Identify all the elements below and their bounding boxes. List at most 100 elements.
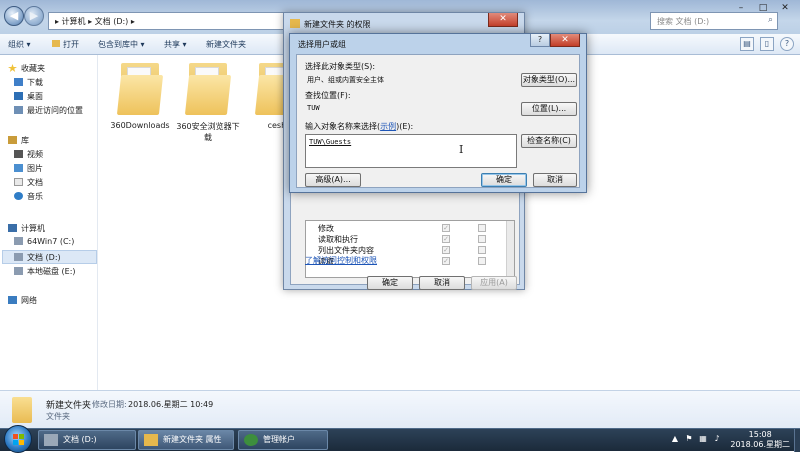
- deny-checkbox[interactable]: [478, 224, 486, 232]
- sidebar-label: 音乐: [27, 192, 43, 201]
- sidebar-item-downloads[interactable]: 下载: [14, 77, 43, 88]
- allow-checkbox[interactable]: ✓: [442, 257, 450, 265]
- permission-list-scrollbar[interactable]: [506, 221, 514, 277]
- volume-icon[interactable]: ♪: [712, 434, 722, 444]
- folder-icon: [290, 19, 300, 28]
- open-label: 打开: [63, 40, 79, 49]
- details-modified-value: 2018.06.星期二 10:49: [128, 400, 214, 409]
- examples-link[interactable]: 示例: [380, 122, 396, 131]
- names-label-text: 输入对象名称来选择(: [305, 122, 381, 131]
- sidebar-item-desktop[interactable]: 桌面: [14, 91, 43, 102]
- sidebar-label: 库: [21, 136, 29, 145]
- permissions-close-button[interactable]: ✕: [488, 13, 518, 27]
- user-accounts-icon: [244, 434, 258, 446]
- sidebar-item-drive-e[interactable]: 本地磁盘 (E:): [14, 266, 76, 277]
- drive-icon: [14, 253, 23, 261]
- permissions-ok-button[interactable]: 确定: [367, 276, 413, 290]
- downloads-icon: [14, 78, 23, 86]
- sidebar-label: 收藏夹: [21, 64, 45, 73]
- select-users-ok-button[interactable]: 确定: [481, 173, 527, 187]
- folder-item[interactable]: 360安全浏览器下载: [173, 61, 243, 143]
- organize-button[interactable]: 组织 ▾: [8, 39, 31, 50]
- documents-icon: [14, 178, 23, 186]
- access-control-link[interactable]: 了解访问控制和权限: [305, 255, 377, 266]
- back-button[interactable]: ◀: [4, 6, 24, 26]
- show-desktop-button[interactable]: [794, 429, 800, 452]
- taskbar-item-manage-accounts[interactable]: 管理帐户: [238, 430, 328, 450]
- sidebar-item-libraries[interactable]: 库: [8, 135, 29, 146]
- search-icon: ⌕: [767, 15, 773, 25]
- forward-button[interactable]: ▶: [24, 6, 44, 26]
- select-users-cancel-button[interactable]: 取消: [533, 173, 577, 187]
- sidebar-label: 计算机: [21, 224, 45, 233]
- sidebar-item-network[interactable]: 网络: [8, 295, 37, 306]
- object-names-value: TUW\Guests: [309, 138, 352, 146]
- sidebar-item-documents[interactable]: 文档: [14, 177, 43, 188]
- help-button[interactable]: ?: [530, 34, 550, 47]
- select-users-dialog-title: 选择用户或组: [298, 40, 346, 49]
- deny-checkbox[interactable]: [478, 235, 486, 243]
- clock[interactable]: 15:08 2018.06.星期二: [730, 430, 790, 450]
- locations-button[interactable]: 位置(L)...: [521, 102, 577, 116]
- deny-checkbox[interactable]: [478, 257, 486, 265]
- allow-checkbox[interactable]: ✓: [442, 235, 450, 243]
- check-names-button[interactable]: 检查名称(C): [521, 134, 577, 148]
- address-bar[interactable]: ▸ 计算机 ▸ 文档 (D:) ▸: [48, 12, 284, 30]
- sidebar-item-drive-c[interactable]: 64Win7 (C:): [14, 237, 74, 246]
- permission-row: 修改: [318, 224, 334, 233]
- object-names-input[interactable]: TUW\Guests: [305, 134, 517, 168]
- drive-icon: [14, 267, 23, 275]
- network-icon: [8, 296, 17, 304]
- taskbar-item-explorer[interactable]: 文档 (D:): [38, 430, 136, 450]
- taskbar-item-properties[interactable]: 新建文件夹 属性: [138, 430, 234, 450]
- include-library-button[interactable]: 包含到库中 ▾: [98, 39, 145, 50]
- folder-name: 360Downloads: [110, 121, 170, 130]
- details-modified-label: 修改日期:: [92, 400, 127, 409]
- details-type: 文件夹: [46, 412, 70, 421]
- location-label: 查找位置(F):: [305, 91, 351, 100]
- open-button[interactable]: 打开: [52, 39, 79, 50]
- sidebar-item-computer[interactable]: 计算机: [8, 223, 45, 234]
- share-button[interactable]: 共享 ▾: [164, 39, 187, 50]
- advanced-button[interactable]: 高级(A)...: [305, 173, 361, 187]
- help-icon[interactable]: ?: [780, 37, 794, 51]
- sidebar-item-pictures[interactable]: 图片: [14, 163, 43, 174]
- show-hidden-icons-icon[interactable]: ▲: [670, 434, 680, 444]
- sidebar-item-favorites[interactable]: 收藏夹: [8, 63, 45, 74]
- sidebar-item-music[interactable]: 音乐: [14, 191, 43, 202]
- sidebar-item-videos[interactable]: 视频: [14, 149, 43, 160]
- folder-name: 360安全浏览器下载: [176, 122, 240, 142]
- new-folder-button[interactable]: 新建文件夹: [206, 39, 246, 50]
- permissions-dialog-title: 新建文件夹 的权限: [304, 20, 371, 29]
- close-button[interactable]: ✕: [774, 0, 796, 16]
- permissions-apply-button[interactable]: 应用(A): [471, 276, 517, 290]
- minimize-button[interactable]: –: [730, 0, 752, 16]
- sidebar-label: 64Win7 (C:): [27, 237, 75, 246]
- sidebar-label: 桌面: [27, 92, 43, 101]
- sidebar-label: 文档: [27, 178, 43, 187]
- sidebar-item-drive-d[interactable]: 文档 (D:): [14, 252, 61, 263]
- explorer-window-controls: – □ ✕: [730, 0, 796, 16]
- allow-checkbox[interactable]: ✓: [442, 246, 450, 254]
- maximize-button[interactable]: □: [752, 0, 774, 16]
- video-icon: [14, 150, 23, 158]
- folder-icon: [116, 61, 164, 115]
- object-types-button[interactable]: 对象类型(O)...: [521, 73, 577, 87]
- pictures-icon: [14, 164, 23, 172]
- sidebar-label: 网络: [21, 296, 37, 305]
- allow-checkbox[interactable]: ✓: [442, 224, 450, 232]
- deny-checkbox[interactable]: [478, 246, 486, 254]
- network-icon[interactable]: ▦: [698, 434, 708, 444]
- select-users-close-button[interactable]: ✕: [550, 34, 580, 47]
- permission-row: 读取和执行: [318, 235, 358, 244]
- folder-item[interactable]: 360Downloads: [105, 61, 175, 130]
- start-button[interactable]: [4, 425, 32, 453]
- permissions-cancel-button[interactable]: 取消: [419, 276, 465, 290]
- open-icon: [52, 40, 60, 47]
- folder-icon: [184, 61, 232, 115]
- view-options-icon[interactable]: ▤: [740, 37, 754, 51]
- preview-pane-icon[interactable]: ▯: [760, 37, 774, 51]
- flag-icon[interactable]: ⚑: [684, 434, 694, 444]
- windows-logo-icon: [13, 434, 25, 446]
- sidebar-item-recent[interactable]: 最近访问的位置: [14, 105, 83, 116]
